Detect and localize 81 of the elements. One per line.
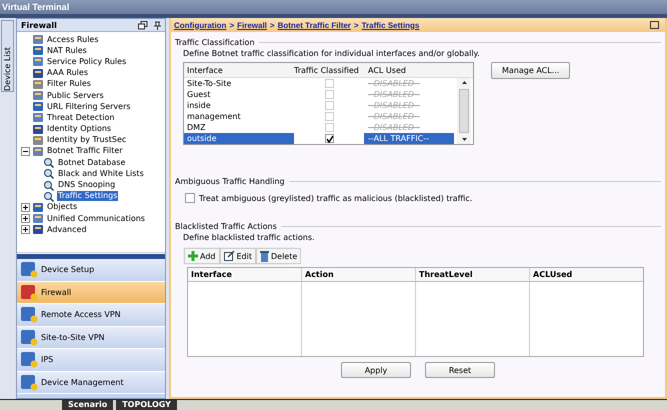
table-cell-text: --DISABLED--: [367, 111, 421, 122]
breadcrumb-link[interactable]: Firewall: [237, 20, 267, 30]
table-cell: --ALL TRAFFIC--: [364, 133, 454, 144]
tree-item[interactable]: Filter Rules: [46, 79, 92, 90]
nav-button[interactable]: Device Setup: [17, 259, 165, 282]
breadcrumb-separator: >: [354, 20, 359, 30]
tree-item[interactable]: DNS Snooping: [57, 180, 116, 190]
tree-item[interactable]: Advanced: [46, 224, 88, 235]
breadcrumb-separator: >: [229, 20, 234, 30]
tree-item[interactable]: Identity Options: [46, 124, 112, 134]
tree-item[interactable]: Threat Detection: [46, 112, 116, 123]
tree-item[interactable]: Unified Communications: [46, 214, 146, 224]
nav-button[interactable]: Remote Access VPN: [17, 304, 165, 326]
checkbox[interactable]: [324, 134, 334, 143]
expander-icon[interactable]: [21, 225, 30, 234]
checkbox-label: Treat ambiguous (greylisted) traffic as malicious (blacklisted) traffic.: [199, 194, 472, 202]
expander-icon[interactable]: [21, 214, 30, 224]
breadcrumb-link[interactable]: Traffic Settings: [362, 20, 420, 30]
nav-button[interactable]: Site-to-Site VPN: [17, 326, 165, 349]
reset-button[interactable]: Reset: [425, 362, 495, 378]
device-list-tab[interactable]: Device List: [1, 20, 14, 92]
tree-item[interactable]: Black and White Lists: [57, 168, 145, 179]
column-header: ThreatLevel: [415, 268, 529, 282]
column-header: Interface: [186, 66, 224, 74]
expander-icon[interactable]: [21, 202, 30, 212]
checkbox[interactable]: [185, 193, 195, 203]
edit-icon: [224, 251, 234, 261]
add-button[interactable]: Add: [184, 248, 220, 264]
nav-icon: [20, 374, 38, 391]
breadcrumb-link[interactable]: Botnet Traffic Filter: [278, 20, 351, 30]
nav-icon: [20, 261, 38, 278]
column-header: Traffic Classified: [294, 66, 360, 74]
table-cell-text: --DISABLED--: [367, 89, 421, 100]
tree-item[interactable]: NAT Rules: [46, 46, 88, 56]
table-cell-text: --DISABLED--: [367, 122, 421, 133]
tree-item[interactable]: Service Policy Rules: [46, 56, 128, 67]
table-cell[interactable]: outside: [184, 133, 294, 144]
nav-icon: [20, 328, 38, 346]
expander-icon[interactable]: [21, 146, 30, 156]
section-description: Define blacklisted traffic actions.: [182, 232, 316, 244]
column-header: ACLUsed: [529, 268, 643, 282]
column-header: Interface: [188, 268, 301, 282]
scrollbar[interactable]: [457, 78, 471, 144]
trash-icon: [260, 250, 269, 262]
section-title: Ambiguous Traffic Handling: [175, 176, 285, 186]
tree-item[interactable]: Public Servers: [46, 90, 105, 101]
bottom-tab[interactable]: TOPOLOGY: [116, 400, 177, 410]
tree-item[interactable]: Identity by TrustSec: [46, 135, 128, 146]
tree-item[interactable]: AAA Rules: [46, 68, 89, 78]
window-title: Virtual Terminal: [2, 2, 70, 12]
plus-icon: [188, 251, 198, 261]
nav-button[interactable]: IPS: [17, 349, 165, 372]
tree-item[interactable]: Traffic Settings: [57, 191, 118, 202]
bottom-tab[interactable]: Scenario: [62, 400, 114, 410]
table-cell-text: --DISABLED--: [367, 78, 421, 89]
column-header: ACL Used: [367, 66, 407, 74]
tree-item[interactable]: Botnet Traffic Filter: [46, 146, 124, 156]
apply-button[interactable]: Apply: [341, 362, 411, 378]
table-cell-text: --DISABLED--: [367, 100, 421, 111]
column-header: Action: [301, 268, 415, 282]
edit-button[interactable]: Edit: [220, 248, 256, 264]
maximize-icon[interactable]: [650, 21, 659, 29]
section-title: Traffic Classification: [175, 38, 255, 46]
section-title: Blacklisted Traffic Actions: [175, 222, 277, 230]
nav-icon: [20, 351, 38, 368]
restore-icon[interactable]: [138, 20, 148, 30]
nav-icon: [20, 284, 38, 301]
nav-button[interactable]: Firewall: [17, 282, 165, 304]
breadcrumb-link[interactable]: Configuration: [174, 20, 226, 30]
nav-button[interactable]: Device Management: [17, 372, 165, 394]
manage-acl-button[interactable]: Manage ACL...: [491, 62, 570, 79]
pin-icon[interactable]: [154, 20, 161, 30]
nav-icon: [20, 306, 38, 324]
tree-item[interactable]: Botnet Database: [57, 158, 126, 168]
section-description: Define Botnet traffic classification for individual interfaces and/or globally.: [182, 48, 481, 60]
panel-title: Firewall: [21, 20, 58, 30]
delete-button[interactable]: Delete: [256, 248, 302, 264]
tree-item[interactable]: Access Rules: [46, 34, 100, 45]
tree-item[interactable]: URL Filtering Servers: [46, 102, 132, 112]
breadcrumb-separator: >: [270, 20, 275, 30]
tree-item[interactable]: Objects: [46, 202, 78, 212]
